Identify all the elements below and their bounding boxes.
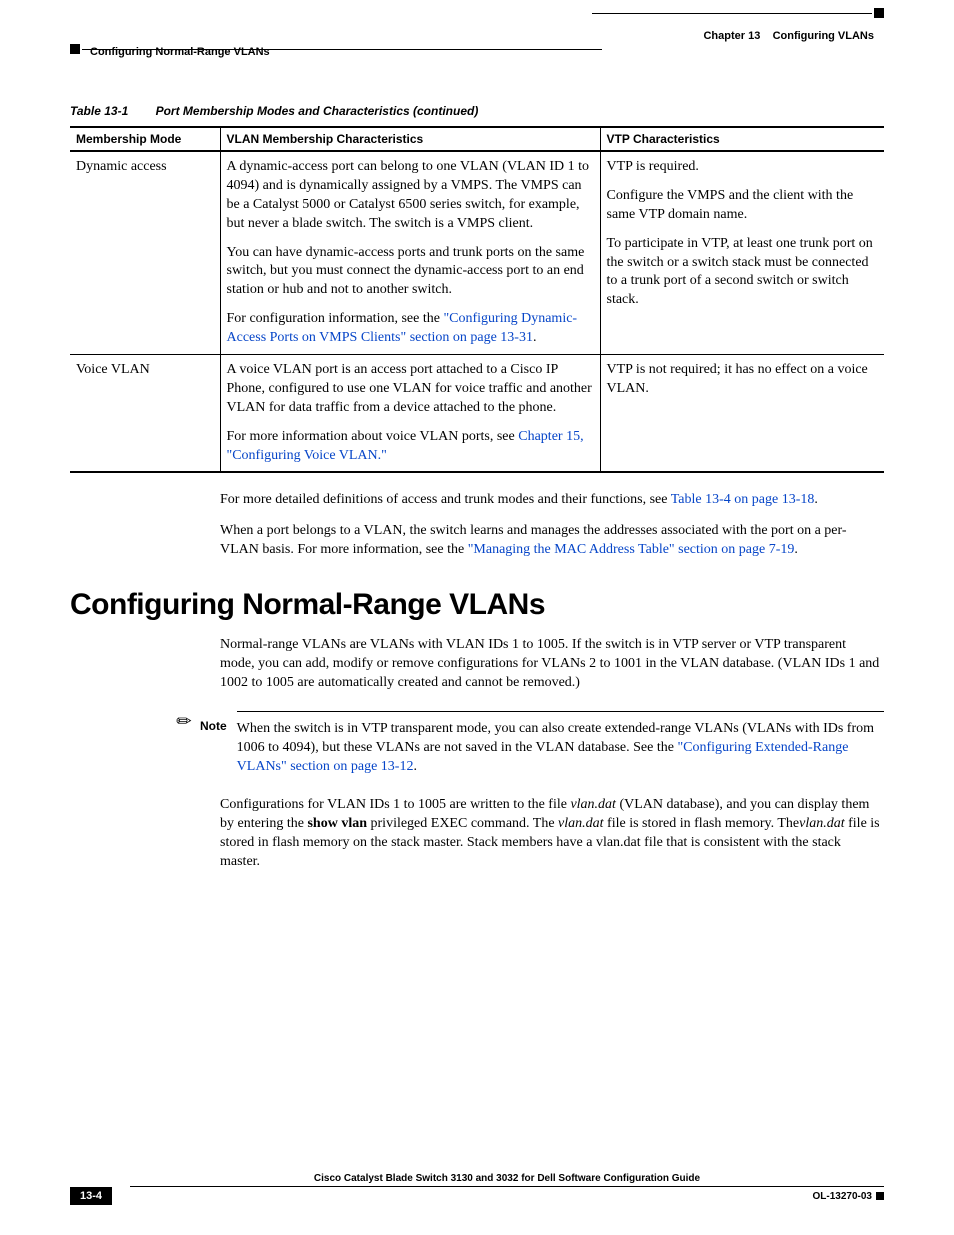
cell-mode: Voice VLAN	[70, 355, 220, 473]
page-footer: Cisco Catalyst Blade Switch 3130 and 303…	[70, 1173, 884, 1205]
cell-para: You can have dynamic-access ports and tr…	[227, 244, 594, 301]
section-intro: Normal-range VLANs are VLANs with VLAN I…	[220, 636, 884, 693]
cell-para: A dynamic-access port can belong to one …	[227, 158, 594, 234]
link-table-13-4[interactable]: Table 13-4 on page 13-18	[671, 492, 815, 507]
th-vtp: VTP Characteristics	[600, 127, 884, 151]
table-row: Voice VLAN A voice VLAN port is an acces…	[70, 355, 884, 473]
membership-table: Membership Mode VLAN Membership Characte…	[70, 126, 884, 473]
section-heading: Configuring Normal-Range VLANs	[70, 588, 884, 622]
paragraph: Normal-range VLANs are VLANs with VLAN I…	[220, 636, 884, 693]
cell-characteristics: A dynamic-access port can belong to one …	[220, 151, 600, 355]
chapter-label: Chapter 13	[703, 30, 760, 42]
pencil-icon: ✎	[170, 711, 200, 732]
decor-line	[592, 13, 872, 14]
doc-id: OL-13270-03	[813, 1191, 884, 1202]
cell-para: Configure the VMPS and the client with t…	[607, 187, 879, 225]
cell-para: For configuration information, see the "…	[227, 310, 594, 348]
table-title: Port Membership Modes and Characteristic…	[156, 104, 479, 118]
cell-para: For more information about voice VLAN po…	[227, 428, 594, 466]
th-mode: Membership Mode	[70, 127, 220, 151]
cell-vtp: VTP is not required; it has no effect on…	[600, 355, 884, 473]
table-number: Table 13-1	[70, 104, 128, 118]
th-characteristics: VLAN Membership Characteristics	[220, 127, 600, 151]
paragraph: Configurations for VLAN IDs 1 to 1005 ar…	[220, 796, 884, 872]
note-block: ✎ Note When the switch is in VTP transpa…	[170, 711, 884, 777]
decor-square	[874, 8, 884, 18]
header-right: Chapter 13 Configuring VLANs	[70, 30, 884, 42]
page-number: 13-4	[70, 1187, 112, 1205]
table-header-row: Membership Mode VLAN Membership Characte…	[70, 127, 884, 151]
header-section-left: Configuring Normal-Range VLANs	[70, 46, 884, 58]
paragraph: When a port belongs to a VLAN, the switc…	[220, 522, 884, 560]
table-caption: Table 13-1 Port Membership Modes and Cha…	[70, 104, 884, 118]
cell-para: VTP is not required; it has no effect on…	[607, 361, 879, 399]
decor-line	[82, 49, 602, 50]
decor-square	[70, 44, 80, 54]
decor-square	[876, 1192, 884, 1200]
cell-para: VTP is required.	[607, 158, 879, 177]
cell-mode: Dynamic access	[70, 151, 220, 355]
cell-vtp: VTP is required. Configure the VMPS and …	[600, 151, 884, 355]
link-mac-address-table[interactable]: "Managing the MAC Address Table" section…	[468, 542, 795, 557]
after-table-text: For more detailed definitions of access …	[220, 491, 884, 560]
note-label: Note	[200, 719, 227, 733]
chapter-title: Configuring VLANs	[773, 30, 874, 42]
cell-para: A voice VLAN port is an access port atta…	[227, 361, 594, 418]
note-body: When the switch is in VTP transparent mo…	[237, 711, 884, 777]
cell-para: To participate in VTP, at least one trun…	[607, 235, 879, 311]
cell-characteristics: A voice VLAN port is an access port atta…	[220, 355, 600, 473]
page-number-badge: 13-4	[70, 1187, 118, 1205]
paragraph: For more detailed definitions of access …	[220, 491, 884, 510]
footer-guide-title: Cisco Catalyst Blade Switch 3130 and 303…	[130, 1173, 884, 1187]
table-row: Dynamic access A dynamic-access port can…	[70, 151, 884, 355]
